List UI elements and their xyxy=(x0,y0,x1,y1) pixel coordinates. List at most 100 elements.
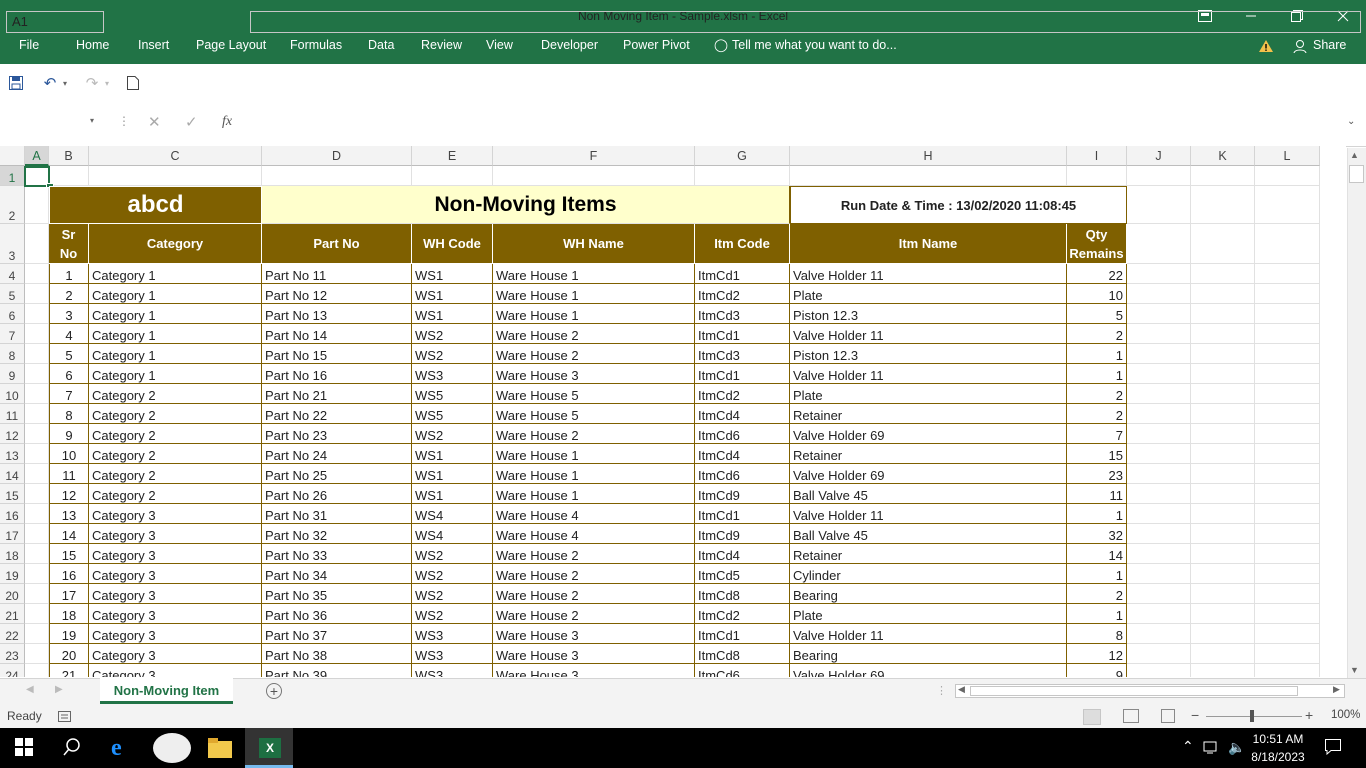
column-header-h[interactable]: H xyxy=(790,146,1067,166)
cell-j2[interactable] xyxy=(1127,186,1191,224)
table-cell[interactable]: WS4 xyxy=(412,504,493,524)
cell-j24[interactable] xyxy=(1127,664,1191,677)
table-cell[interactable]: 14 xyxy=(49,524,89,544)
cell-i1[interactable] xyxy=(1067,166,1127,186)
table-cell[interactable]: Ware House 3 xyxy=(493,664,695,677)
table-cell[interactable]: Ball Valve 45 xyxy=(790,524,1067,544)
cell-a15[interactable] xyxy=(25,484,49,504)
row-header-10[interactable]: 10 xyxy=(0,384,25,404)
cell-k20[interactable] xyxy=(1191,584,1255,604)
zoom-in-icon[interactable]: + xyxy=(1305,707,1313,723)
cell-a6[interactable] xyxy=(25,304,49,324)
cell-k1[interactable] xyxy=(1191,166,1255,186)
cell-a21[interactable] xyxy=(25,604,49,624)
table-cell[interactable]: Retainer xyxy=(790,544,1067,564)
table-cell[interactable]: 7 xyxy=(49,384,89,404)
tell-me-box[interactable]: Tell me what you want to do... xyxy=(732,32,897,58)
table-cell[interactable]: 15 xyxy=(1067,444,1127,464)
table-cell[interactable]: Part No 34 xyxy=(262,564,412,584)
table-cell[interactable]: 14 xyxy=(1067,544,1127,564)
cell-k15[interactable] xyxy=(1191,484,1255,504)
zoom-out-icon[interactable]: − xyxy=(1191,707,1199,723)
table-cell[interactable]: Valve Holder 11 xyxy=(790,264,1067,284)
cell-l16[interactable] xyxy=(1255,504,1320,524)
cell-j8[interactable] xyxy=(1127,344,1191,364)
row-header-18[interactable]: 18 xyxy=(0,544,25,564)
table-cell[interactable]: Retainer xyxy=(790,444,1067,464)
table-cell[interactable]: ItmCd6 xyxy=(695,424,790,444)
cell-k17[interactable] xyxy=(1191,524,1255,544)
table-cell[interactable]: Valve Holder 69 xyxy=(790,464,1067,484)
table-cell[interactable]: Part No 26 xyxy=(262,484,412,504)
table-cell[interactable]: 16 xyxy=(49,564,89,584)
table-cell[interactable]: 19 xyxy=(49,624,89,644)
table-cell[interactable]: Retainer xyxy=(790,404,1067,424)
tab-view[interactable]: View xyxy=(486,32,513,58)
table-cell[interactable]: Ware House 3 xyxy=(493,364,695,384)
cell-j9[interactable] xyxy=(1127,364,1191,384)
table-cell[interactable]: Ware House 2 xyxy=(493,424,695,444)
cell-k9[interactable] xyxy=(1191,364,1255,384)
table-cell[interactable]: WS5 xyxy=(412,404,493,424)
table-cell[interactable]: Ware House 2 xyxy=(493,564,695,584)
table-cell[interactable]: 22 xyxy=(1067,264,1127,284)
row-header-9[interactable]: 9 xyxy=(0,364,25,384)
table-cell[interactable]: Category 3 xyxy=(89,644,262,664)
row-header-19[interactable]: 19 xyxy=(0,564,25,584)
table-cell[interactable]: Category 1 xyxy=(89,324,262,344)
table-cell[interactable]: Category 3 xyxy=(89,624,262,644)
row-header-7[interactable]: 7 xyxy=(0,324,25,344)
row-header-20[interactable]: 20 xyxy=(0,584,25,604)
cell-d1[interactable] xyxy=(262,166,412,186)
table-cell[interactable]: Category 3 xyxy=(89,524,262,544)
table-cell[interactable]: Ware House 1 xyxy=(493,464,695,484)
cell-l9[interactable] xyxy=(1255,364,1320,384)
row-header-15[interactable]: 15 xyxy=(0,484,25,504)
table-cell[interactable]: Ware House 4 xyxy=(493,504,695,524)
table-cell[interactable]: Ware House 3 xyxy=(493,624,695,644)
table-cell[interactable]: Category 3 xyxy=(89,544,262,564)
vertical-scrollbar[interactable] xyxy=(1347,148,1366,678)
table-cell[interactable]: Part No 36 xyxy=(262,604,412,624)
column-header-a[interactable]: A xyxy=(25,146,49,166)
cell-a19[interactable] xyxy=(25,564,49,584)
select-all-corner[interactable] xyxy=(0,146,25,166)
tab-developer[interactable]: Developer xyxy=(541,32,598,58)
table-cell[interactable]: 12 xyxy=(1067,644,1127,664)
cell-l7[interactable] xyxy=(1255,324,1320,344)
table-cell[interactable]: 11 xyxy=(1067,484,1127,504)
table-cell[interactable]: 1 xyxy=(1067,564,1127,584)
redo-icon[interactable]: ↷ xyxy=(82,72,102,94)
cell-a20[interactable] xyxy=(25,584,49,604)
table-cell[interactable]: 15 xyxy=(49,544,89,564)
cell-h1[interactable] xyxy=(790,166,1067,186)
page-layout-view-icon[interactable] xyxy=(1123,709,1139,723)
table-cell[interactable]: WS1 xyxy=(412,484,493,504)
tab-data[interactable]: Data xyxy=(368,32,394,58)
table-cell[interactable]: WS3 xyxy=(412,364,493,384)
column-header-b[interactable]: B xyxy=(49,146,89,166)
column-header-j[interactable]: J xyxy=(1127,146,1191,166)
row-header-4[interactable]: 4 xyxy=(0,264,25,284)
table-cell[interactable]: 2 xyxy=(1067,584,1127,604)
table-cell[interactable]: 6 xyxy=(49,364,89,384)
new-document-icon[interactable] xyxy=(123,72,143,94)
table-cell[interactable]: ItmCd6 xyxy=(695,464,790,484)
table-cell[interactable]: ItmCd9 xyxy=(695,524,790,544)
table-cell[interactable]: 10 xyxy=(1067,284,1127,304)
macro-record-icon[interactable] xyxy=(58,710,71,725)
table-cell[interactable]: 20 xyxy=(49,644,89,664)
table-cell[interactable]: WS2 xyxy=(412,344,493,364)
scroll-right-icon[interactable]: ▶ xyxy=(1333,684,1340,695)
table-cell[interactable]: ItmCd3 xyxy=(695,344,790,364)
table-cell[interactable]: ItmCd2 xyxy=(695,284,790,304)
table-cell[interactable]: Ware House 4 xyxy=(493,524,695,544)
row-header-22[interactable]: 22 xyxy=(0,624,25,644)
tab-review[interactable]: Review xyxy=(421,32,462,58)
expand-formula-bar-icon[interactable]: ⌄ xyxy=(1347,116,1355,127)
table-cell[interactable]: Category 3 xyxy=(89,604,262,624)
cell-a4[interactable] xyxy=(25,264,49,284)
table-cell[interactable]: Cylinder xyxy=(790,564,1067,584)
row-header-24[interactable]: 24 xyxy=(0,664,25,677)
table-cell[interactable]: Part No 21 xyxy=(262,384,412,404)
